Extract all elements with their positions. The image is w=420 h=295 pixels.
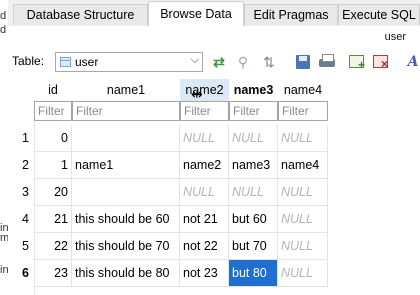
cell-name4[interactable]: NULL	[278, 125, 328, 152]
cell-name2[interactable]: name2	[180, 152, 229, 179]
cell-id[interactable]: 1	[34, 152, 72, 179]
cell-name3[interactable]: but 60	[229, 206, 278, 233]
cell-name4[interactable]: NULL	[278, 179, 328, 206]
tab-execute-sql[interactable]: Execute SQL	[338, 4, 420, 25]
cell-name3[interactable]: but 80	[229, 260, 278, 287]
column-resize-cursor-icon: ⇹	[191, 86, 203, 102]
column-header-name4[interactable]: name4	[278, 79, 328, 101]
data-grid: id name1 name2 name3 name4 ⇹ Filter Filt…	[18, 79, 420, 295]
cell-name2[interactable]: not 21	[180, 206, 229, 233]
filter-id[interactable]: Filter	[34, 101, 72, 121]
cell-name4[interactable]: name4	[278, 152, 328, 179]
cell-name1[interactable]: name1	[72, 152, 180, 179]
cell-name1[interactable]: this should be 80	[72, 260, 180, 287]
cell-id[interactable]: 0	[34, 125, 72, 152]
row-number[interactable]: 1	[18, 125, 34, 152]
clear-filters-icon[interactable]: ⚲	[234, 53, 252, 71]
column-header-name2[interactable]: name2	[180, 79, 229, 101]
cell-id[interactable]: 21	[34, 206, 72, 233]
column-header-name1[interactable]: name1	[72, 79, 180, 101]
save-table-icon[interactable]	[294, 53, 312, 71]
cell-name4[interactable]: NULL	[278, 206, 328, 233]
row-number[interactable]: 3	[18, 179, 34, 206]
row-number[interactable]: 4	[18, 206, 34, 233]
row-number[interactable]: 2	[18, 152, 34, 179]
delete-record-icon[interactable]	[372, 53, 390, 71]
table-select-value: user	[75, 55, 99, 69]
cell-name3[interactable]: NULL	[229, 179, 278, 206]
tab-database-structure[interactable]: Database Structure	[13, 4, 148, 25]
tab-edit-pragmas[interactable]: Edit Pragmas	[244, 4, 338, 25]
cell-name3[interactable]: name3	[229, 152, 278, 179]
cell-name4[interactable]: NULL	[278, 260, 328, 287]
tab-bar: Database Structure Browse Data Edit Prag…	[8, 0, 420, 27]
print-icon[interactable]	[318, 53, 336, 71]
cell-id[interactable]: 20	[34, 179, 72, 206]
cell-name1[interactable]	[72, 179, 180, 206]
cell-id[interactable]: 22	[34, 233, 72, 260]
cell-name2[interactable]: not 22	[180, 233, 229, 260]
background-text: d	[0, 10, 7, 22]
cell-name4[interactable]: NULL	[278, 233, 328, 260]
cell-name3[interactable]: NULL	[229, 125, 278, 152]
cell-id[interactable]: 23	[34, 260, 72, 287]
filter-name4[interactable]: Filter	[278, 101, 328, 121]
background-text: d	[0, 24, 7, 36]
new-record-icon[interactable]	[348, 53, 366, 71]
column-header-name3[interactable]: name3	[229, 79, 278, 101]
column-header-id[interactable]: id	[34, 79, 72, 101]
row-number[interactable]: 6	[18, 260, 34, 287]
filter-name3[interactable]: Filter	[229, 101, 278, 121]
font-icon[interactable]: A	[404, 53, 420, 71]
table-icon	[60, 57, 71, 67]
top-right-label: user	[384, 31, 406, 43]
table-select[interactable]: user ⌵	[55, 52, 203, 72]
clear-sort-icon[interactable]: ⇅	[260, 53, 278, 71]
filter-name2[interactable]: Filter	[180, 101, 229, 121]
tab-browse-data[interactable]: Browse Data	[148, 1, 244, 26]
cell-name3[interactable]: but 70	[229, 233, 278, 260]
cell-name2[interactable]: NULL	[180, 125, 229, 152]
filter-name1[interactable]: Filter	[72, 101, 180, 121]
row-number[interactable]: 5	[18, 233, 34, 260]
cell-name1[interactable]	[72, 125, 180, 152]
chevron-down-icon: ⌵	[190, 54, 199, 66]
cell-name2[interactable]: NULL	[180, 179, 229, 206]
refresh-icon[interactable]: ⇄	[210, 53, 228, 71]
table-label: Table:	[12, 54, 45, 68]
cell-name2[interactable]: not 23	[180, 260, 229, 287]
cell-name1[interactable]: this should be 70	[72, 233, 180, 260]
cell-name1[interactable]: this should be 60	[72, 206, 180, 233]
